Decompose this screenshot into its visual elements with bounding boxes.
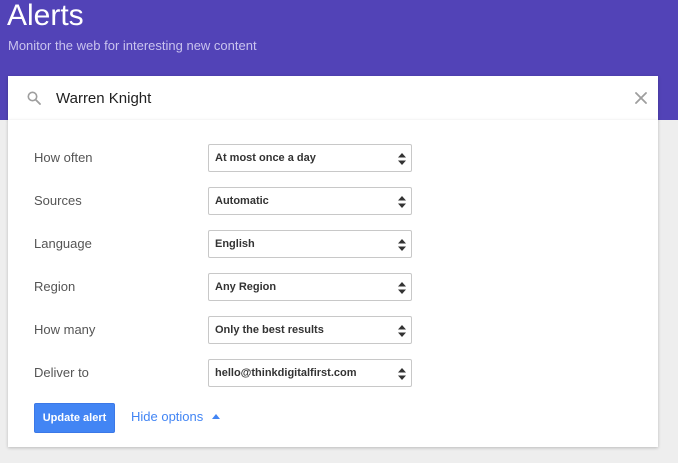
select-arrows-icon [398,325,406,337]
language-select[interactable]: English [208,230,412,258]
search-icon [27,91,41,105]
select-arrows-icon [398,153,406,165]
select-value: Only the best results [215,324,324,336]
option-label: How often [34,150,93,165]
how-often-select[interactable]: At most once a day [208,144,412,172]
select-arrows-icon [398,196,406,208]
options-panel: How often At most once a day Sources Aut… [8,120,658,447]
caret-up-icon [212,414,221,419]
page-title: Alerts [7,0,84,32]
option-row-language: Language English [8,230,658,258]
option-label: Region [34,279,76,294]
option-label: Deliver to [34,365,89,380]
option-label: Language [34,236,92,251]
search-box [8,76,658,120]
select-arrows-icon [398,368,406,380]
select-value: Any Region [215,281,277,293]
deliver-to-select[interactable]: hello@thinkdigitalfirst.com [208,359,412,387]
select-value: hello@thinkdigitalfirst.com [215,367,357,379]
update-alert-button[interactable]: Update alert [34,403,115,433]
close-icon[interactable] [634,91,648,105]
option-row-region: Region Any Region [8,273,658,301]
select-value: At most once a day [215,152,316,164]
search-input[interactable] [56,87,616,109]
option-row-how-many: How many Only the best results [8,316,658,344]
how-many-select[interactable]: Only the best results [208,316,412,344]
option-label: How many [34,322,96,337]
region-select[interactable]: Any Region [208,273,412,301]
sources-select[interactable]: Automatic [208,187,412,215]
select-value: Automatic [215,195,269,207]
page-subtitle: Monitor the web for interesting new cont… [8,38,257,53]
hide-options-link[interactable]: Hide options [131,409,221,424]
option-label: Sources [34,193,82,208]
option-row-sources: Sources Automatic [8,187,658,215]
select-arrows-icon [398,282,406,294]
select-arrows-icon [398,239,406,251]
option-row-how-often: How often At most once a day [8,144,658,172]
hide-options-label: Hide options [131,409,204,424]
option-row-deliver-to: Deliver to hello@thinkdigitalfirst.com [8,359,658,387]
select-value: English [215,238,255,250]
